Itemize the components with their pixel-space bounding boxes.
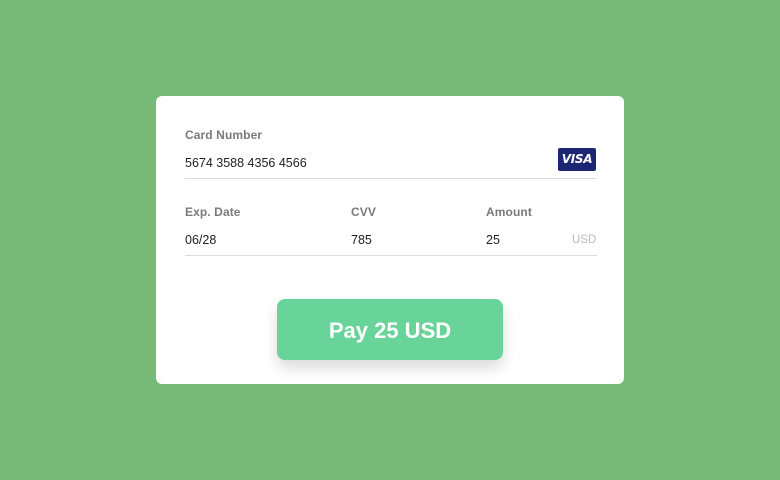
card-number-label: Card Number: [185, 128, 263, 142]
visa-logo: VISA: [558, 148, 596, 171]
exp-date-label: Exp. Date: [185, 205, 241, 219]
currency-label: USD: [572, 234, 597, 246]
card-number-divider: [185, 178, 597, 179]
card-number-input[interactable]: [185, 156, 545, 170]
pay-button[interactable]: Pay 25 USD: [277, 299, 503, 360]
cvv-input[interactable]: [351, 233, 461, 247]
amount-label: Amount: [486, 205, 532, 219]
payment-card: Card Number VISA Exp. Date CVV Amount US…: [156, 96, 624, 384]
exp-date-input[interactable]: [185, 233, 325, 247]
amount-input[interactable]: [486, 233, 556, 247]
cvv-label: CVV: [351, 205, 376, 219]
details-divider: [185, 255, 597, 256]
